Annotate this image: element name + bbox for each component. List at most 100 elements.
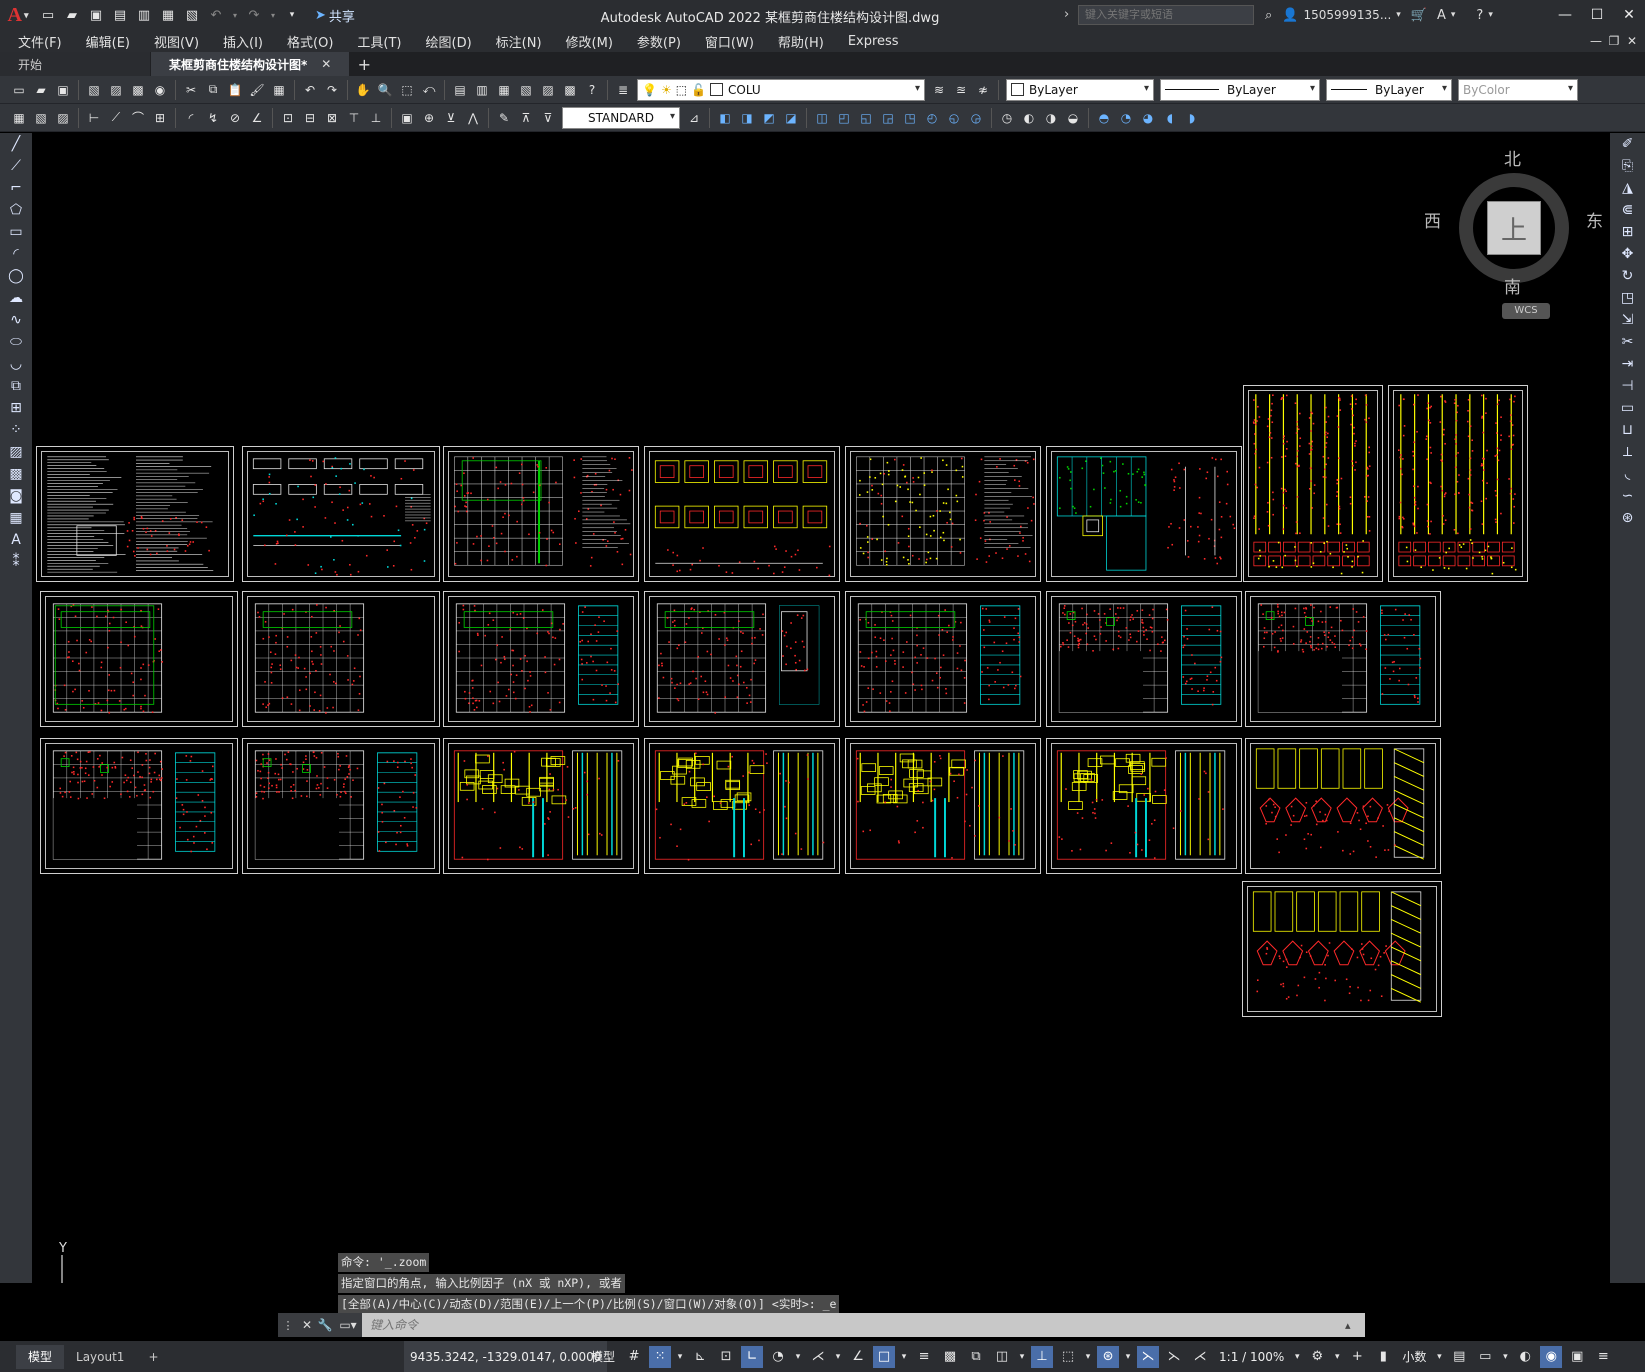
rectangle-icon[interactable]: ▭: [0, 221, 32, 243]
tool-icon-3[interactable]: ▨: [53, 108, 73, 128]
units-display[interactable]: 小数: [1402, 1348, 1426, 1365]
lineweight-icon[interactable]: ≡: [913, 1346, 935, 1368]
jogged-icon[interactable]: ↯: [203, 108, 223, 128]
copy-object-icon[interactable]: ⎘: [1610, 155, 1645, 177]
drawing-sheet[interactable]: [845, 738, 1041, 874]
stretch-icon[interactable]: ⇲: [1610, 309, 1645, 331]
jogged-linear-icon[interactable]: ⋀: [463, 108, 483, 128]
open-icon[interactable]: ▰: [31, 80, 51, 100]
add-layout-icon[interactable]: +: [136, 1345, 170, 1369]
view-icon-9[interactable]: ◗: [1182, 108, 1202, 128]
center-mark-icon[interactable]: ⊕: [419, 108, 439, 128]
view-icon-7[interactable]: ◕: [1138, 108, 1158, 128]
table-icon[interactable]: ▦: [0, 507, 32, 529]
linetype-dropdown[interactable]: ByLayer ▾: [1160, 78, 1320, 101]
break-icon[interactable]: ⊥: [366, 108, 386, 128]
move-icon[interactable]: ✥: [1610, 243, 1645, 265]
object-snap-icon[interactable]: □: [873, 1345, 896, 1368]
menu-express[interactable]: Express: [848, 34, 899, 49]
make-current-icon[interactable]: ≋: [929, 80, 949, 100]
object-snap-tracking-icon[interactable]: ∠: [847, 1346, 869, 1368]
markup-icon[interactable]: ▨: [538, 80, 558, 100]
dynamic-input-icon[interactable]: ⊡: [715, 1346, 737, 1368]
dimedit-icon[interactable]: ✎: [494, 108, 514, 128]
lock-ui-icon[interactable]: ▭: [1474, 1346, 1496, 1368]
minimize-icon[interactable]: —: [1549, 0, 1581, 30]
trim-icon[interactable]: ✂: [1610, 331, 1645, 353]
drawing-sheet[interactable]: [845, 446, 1041, 582]
viewcube-top-face[interactable]: 上: [1487, 201, 1541, 255]
menu-insert[interactable]: 插入(I): [223, 32, 263, 51]
calculator-icon[interactable]: ▩: [560, 80, 580, 100]
menu-dimension[interactable]: 标注(N): [496, 32, 542, 51]
units-icon[interactable]: ▮: [1372, 1346, 1394, 1368]
3d-osnap-dropdown-icon[interactable]: ▾: [1017, 1346, 1027, 1368]
line-icon[interactable]: ╱: [0, 133, 32, 155]
block-editor-icon[interactable]: ▦: [269, 80, 289, 100]
hardware-acceleration-icon[interactable]: ◉: [1540, 1345, 1563, 1368]
customize-icon[interactable]: ▾: [282, 6, 302, 24]
view-icon-1[interactable]: ◷: [997, 108, 1017, 128]
open-web-icon[interactable]: ▥: [134, 6, 154, 24]
drawing-sheet[interactable]: [1046, 446, 1242, 582]
command-grip-icon[interactable]: ⋮: [278, 1313, 298, 1337]
polygon-icon[interactable]: ⬠: [0, 199, 32, 221]
mtext-icon[interactable]: A: [0, 529, 32, 551]
match-properties-icon[interactable]: 🖌: [247, 80, 267, 100]
lock-ui-dropdown-icon[interactable]: ▾: [1500, 1346, 1510, 1368]
drawing-sheet[interactable]: [40, 591, 238, 727]
isodraft-icon[interactable]: ⋌: [807, 1346, 829, 1368]
break-at-point-icon[interactable]: ⊣: [1610, 375, 1645, 397]
model-space-toggle[interactable]: 模型: [591, 1348, 615, 1365]
tab-model[interactable]: 模型: [16, 1344, 65, 1369]
menu-edit[interactable]: 编辑(E): [86, 32, 130, 51]
menu-tools[interactable]: 工具(T): [357, 32, 401, 51]
menu-parametric[interactable]: 参数(P): [637, 32, 681, 51]
help-icon[interactable]: ?: [582, 80, 602, 100]
share-button[interactable]: ➤ 共享: [312, 6, 355, 25]
drawing-sheet[interactable]: [443, 591, 639, 727]
ucs-icon-3[interactable]: ◩: [759, 108, 779, 128]
view-icon-3[interactable]: ◑: [1041, 108, 1061, 128]
menu-format[interactable]: 格式(O): [287, 32, 333, 51]
osnap-dropdown-icon[interactable]: ▾: [899, 1346, 909, 1368]
zoom-previous-icon[interactable]: ⤺: [419, 80, 439, 100]
3d-osnap-icon[interactable]: ◫: [991, 1346, 1013, 1368]
user-dropdown-icon[interactable]: ▾: [1396, 10, 1401, 20]
drawing-sheet[interactable]: [40, 738, 238, 874]
drawing-sheet[interactable]: [1245, 738, 1441, 874]
cut-icon[interactable]: ✂: [181, 80, 201, 100]
mirror-icon[interactable]: ◮: [1610, 177, 1645, 199]
pan-icon[interactable]: ✋: [353, 80, 373, 100]
workspace-dropdown-icon[interactable]: ▾: [1332, 1346, 1342, 1368]
command-history-toggle-icon[interactable]: ▴: [1345, 1319, 1365, 1332]
ordinate-icon[interactable]: ⊞: [150, 108, 170, 128]
customization-icon[interactable]: ≡: [1592, 1346, 1614, 1368]
lineweight-dropdown[interactable]: ByLayer ▾: [1326, 78, 1452, 101]
ucs-icon-10[interactable]: ◴: [922, 108, 942, 128]
user-icon[interactable]: 👤: [1282, 8, 1298, 23]
point-icon[interactable]: ⁘: [0, 419, 32, 441]
drawing-sheet[interactable]: [1388, 385, 1528, 582]
linear-dimension-icon[interactable]: ⊢: [84, 108, 104, 128]
snap-icon[interactable]: ⁙: [649, 1345, 672, 1368]
offset-icon[interactable]: ⋐: [1610, 199, 1645, 221]
spline-icon[interactable]: ∿: [0, 309, 32, 331]
search-input[interactable]: [1078, 5, 1254, 25]
new-icon[interactable]: ▭: [38, 6, 58, 24]
menu-draw[interactable]: 绘图(D): [426, 32, 472, 51]
annotation-scale-icon[interactable]: ⋌: [1189, 1346, 1211, 1368]
menu-help[interactable]: 帮助(H): [778, 32, 824, 51]
cart-icon[interactable]: 🛒: [1411, 8, 1427, 23]
app-menu-button[interactable]: A ▾: [0, 0, 36, 30]
drawing-sheet[interactable]: [1046, 738, 1242, 874]
tab-drawing[interactable]: 某框剪商住楼结构设计图* ✕: [151, 52, 350, 76]
menu-view[interactable]: 视图(V): [154, 32, 199, 51]
construction-line-icon[interactable]: ⟋: [0, 155, 32, 177]
snap-dropdown-icon[interactable]: ▾: [675, 1346, 685, 1368]
clean-screen-icon[interactable]: ▣: [1566, 1346, 1588, 1368]
dimstyle-icon[interactable]: ⊿: [684, 108, 704, 128]
tab-close-icon[interactable]: ✕: [321, 57, 331, 71]
ortho-icon[interactable]: ∟: [741, 1345, 764, 1368]
angular-icon[interactable]: ∠: [247, 108, 267, 128]
